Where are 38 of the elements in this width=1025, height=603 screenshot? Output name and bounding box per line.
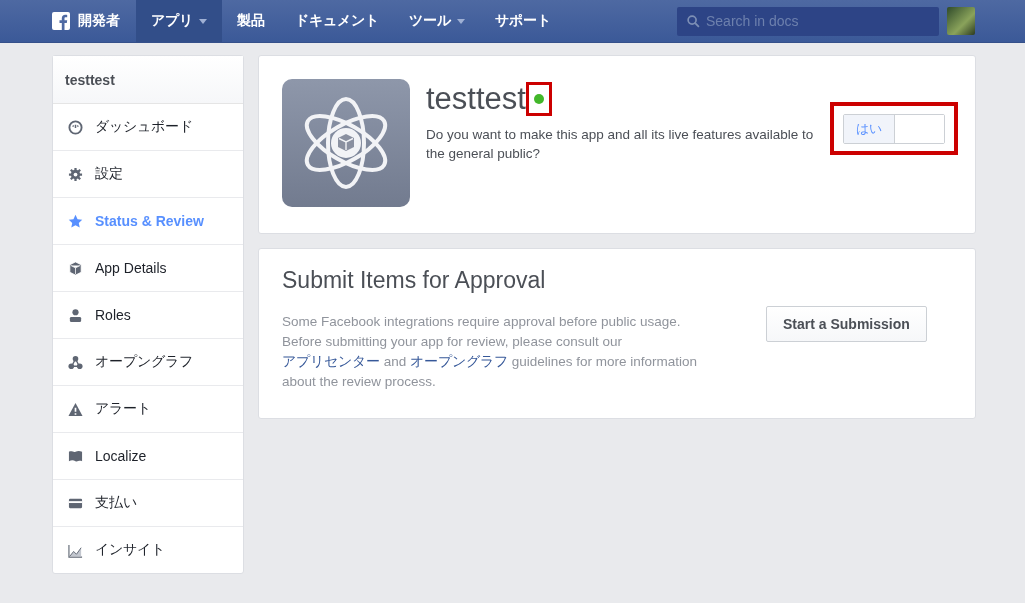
sidebar-item[interactable]: App Details <box>53 245 243 292</box>
caret-icon <box>457 18 465 24</box>
nav-tab[interactable]: ドキュメント <box>280 0 394 42</box>
search-field[interactable]: Search in docs <box>677 6 939 36</box>
section-title: Submit Items for Approval <box>282 267 547 294</box>
nav-tab[interactable]: サポート <box>480 0 566 42</box>
start-submission-button[interactable]: Start a Submission <box>766 306 927 342</box>
sidebar-item[interactable]: 設定 <box>53 151 243 198</box>
flag-icon <box>68 448 83 464</box>
avatar-picture[interactable] <box>947 7 975 35</box>
gauge-icon <box>68 119 83 135</box>
sidebar-title: testtest <box>53 56 243 104</box>
sidebar-item[interactable]: 支払い <box>53 480 243 527</box>
nodes-icon <box>68 354 83 370</box>
developers-link[interactable]: 開発者 <box>52 0 136 42</box>
guideline-link[interactable]: オープングラフ <box>410 354 509 369</box>
guideline-link[interactable]: アプリセンター <box>282 354 380 369</box>
question-text: Do you want to make this app and all its live features available to the general public? <box>426 126 815 163</box>
app-name: testtest <box>426 81 526 117</box>
sidebar-item[interactable]: オープングラフ <box>53 339 243 386</box>
person-icon <box>68 307 83 323</box>
description-text: Some Facebook integrations require approval before public usage. Before submitting your app for review, please consult our アプリセンター and オープングラフ guidelines for more information about the review process. <box>282 313 699 391</box>
nav-tab[interactable]: 製品 <box>222 0 280 42</box>
sidebar-item[interactable]: Roles <box>53 292 243 339</box>
nav-tab[interactable]: アプリ <box>136 0 222 42</box>
nav-tab[interactable]: ツール <box>394 0 480 42</box>
facebook-logo-icon <box>52 12 70 30</box>
sidebar-item[interactable]: Localize <box>53 433 243 480</box>
warning-icon <box>68 401 83 417</box>
search-icon <box>687 14 700 28</box>
chart-icon <box>68 542 83 558</box>
sidebar-item[interactable]: インサイト <box>53 527 243 573</box>
cube-icon <box>68 260 83 276</box>
caret-icon <box>199 18 207 24</box>
sidebar-item[interactable]: ダッシュボード <box>53 104 243 151</box>
gear-icon <box>68 166 83 182</box>
sidebar-item[interactable]: アラート <box>53 386 243 433</box>
star-icon <box>68 213 83 229</box>
